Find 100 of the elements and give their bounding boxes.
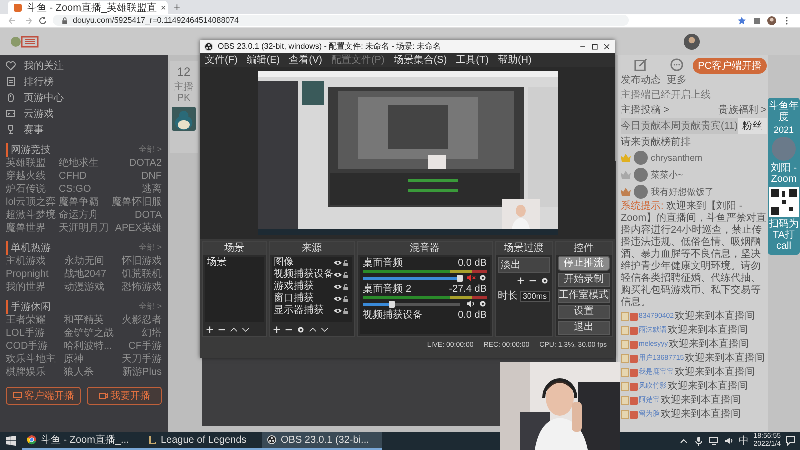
category-link[interactable]: 火影忍者 [122, 315, 162, 327]
category-link[interactable]: 新游Plus [122, 367, 162, 379]
more-link[interactable]: 全部 > [139, 144, 162, 155]
tab[interactable]: 今日贡献 [621, 118, 661, 134]
start-stream-button[interactable]: 客户端开播 [6, 387, 81, 405]
category-link[interactable]: COD手游 [6, 341, 56, 353]
category-link[interactable]: 和平精英 [64, 315, 114, 327]
input-method-label[interactable]: 中 [738, 434, 749, 448]
microphone-icon [694, 436, 704, 446]
category-link[interactable]: 魔兽争霸 [59, 197, 110, 209]
volume-fill[interactable] [363, 276, 460, 280]
category-link[interactable]: lol云顶之弈 [6, 197, 56, 209]
category-link[interactable]: 狼人杀 [64, 367, 114, 379]
tab[interactable]: 粉丝 [738, 118, 767, 134]
category-link[interactable]: 原神 [64, 354, 114, 366]
toolbar-button[interactable]: 更多 [667, 58, 687, 87]
category-link[interactable]: 绝地求生 [59, 158, 110, 170]
source-item[interactable]: 窗口捕获 [274, 293, 334, 305]
category-link[interactable]: 主机游戏 [6, 256, 49, 268]
back-icon [8, 16, 18, 26]
category-link[interactable]: 动漫游戏 [64, 282, 107, 294]
category-link[interactable]: DOTA2 [112, 158, 162, 170]
category-link[interactable]: 命运方舟 [59, 210, 110, 222]
control-button[interactable]: 停止推流 [558, 256, 610, 271]
speaker-icon[interactable] [466, 300, 476, 308]
toolbar-button[interactable]: 发布动态 [621, 58, 661, 87]
slider-thumb[interactable] [389, 300, 396, 308]
start-stream-button[interactable]: 我要开播 [87, 387, 162, 405]
sidebar-item[interactable]: 赛事 [6, 123, 162, 137]
category-link[interactable]: CS:GO [59, 184, 110, 196]
menu-item[interactable]: 编辑(E) [246, 53, 280, 67]
browser-tab[interactable]: 斗鱼 - Zoom直播_英雄联盟直 × [8, 1, 168, 14]
category-link[interactable]: 饥荒联机 [122, 269, 162, 281]
sidebar-item[interactable]: 排行榜 [6, 75, 162, 89]
forward-icon [23, 16, 33, 26]
chat-message: 欢迎来到本直播间 [661, 408, 741, 421]
category-link[interactable]: 魔兽怀旧服 [112, 197, 162, 209]
address-bar[interactable]: douyu.com/5925417_r=0.11492464514088074 [53, 15, 629, 26]
menu-item[interactable]: 查看(V) [289, 53, 322, 67]
more-link[interactable]: 全部 > [139, 242, 162, 253]
promo-card[interactable]: 斗鱼年度 2021 刘阳 - Zoom 扫码为TA打call [768, 98, 800, 255]
category-link[interactable]: 我的世界 [6, 282, 49, 294]
chat-message: 欢迎来到本直播间 [675, 310, 756, 323]
category-link[interactable]: APEX英雄 [112, 223, 162, 235]
category-link[interactable]: 英雄联盟 [6, 158, 56, 170]
category-link[interactable]: 超激斗梦境 [6, 210, 56, 222]
menu-item[interactable]: 帮助(H) [498, 53, 532, 67]
source-item[interactable]: 视频捕获设备 [274, 269, 334, 281]
category-link[interactable]: 金铲铲之战 [64, 328, 114, 340]
source-item[interactable]: 图像 [274, 257, 334, 269]
tab[interactable]: 贵宾(11) [701, 118, 738, 134]
client-button[interactable]: PC客户端开播 [693, 58, 767, 74]
add-icon [206, 326, 214, 334]
category-link[interactable]: 天涯明月刀 [59, 223, 110, 235]
star-icon [737, 16, 747, 26]
source-item[interactable]: 游戏捕获 [274, 281, 334, 293]
mascot-avatar-icon [172, 107, 196, 131]
new-tab-button[interactable]: + [174, 2, 180, 14]
close-tab-button[interactable]: × [161, 2, 166, 12]
control-button[interactable]: 退出 [558, 321, 610, 335]
category-link[interactable]: 恐怖游戏 [122, 282, 162, 294]
menu-item[interactable]: 场景集合(S) [394, 53, 448, 67]
category-link[interactable]: LOL手游 [6, 328, 56, 340]
category-link[interactable]: 永劫无间 [64, 256, 107, 268]
scene-item[interactable]: 场景 [205, 257, 264, 269]
sidebar-item[interactable]: 我的关注 [6, 59, 162, 73]
menu-item[interactable]: 工具(T) [456, 53, 489, 67]
more-link[interactable]: 全部 > [139, 301, 162, 312]
category-link[interactable]: 穿越火线 [6, 171, 56, 183]
category-link[interactable]: 炉石传说 [6, 184, 56, 196]
category-link[interactable]: 怀旧游戏 [122, 256, 162, 268]
category-link[interactable]: 魔兽世界 [6, 223, 56, 235]
sidebar-item[interactable]: 页游中心 [6, 91, 162, 105]
category-link[interactable]: 天刀手游 [122, 354, 162, 366]
duration-field[interactable]: 300ms [520, 290, 550, 302]
tab[interactable]: 本周贡献 [661, 118, 701, 134]
menu-item[interactable]: 文件(F) [205, 53, 238, 67]
taskbar-item[interactable]: 斗鱼 - Zoom直播_... [22, 432, 142, 450]
slider-thumb[interactable] [456, 274, 463, 282]
category-link[interactable]: 欢乐斗地主 [6, 354, 56, 366]
category-link[interactable]: 哈利波特... [64, 341, 114, 353]
taskbar-item[interactable]: OBS 23.0.1 (32-bi... [262, 432, 382, 450]
category-link[interactable]: 棋牌娱乐 [6, 367, 56, 379]
category-link[interactable]: 逃离 [112, 184, 162, 196]
category-link[interactable]: DNF [112, 171, 162, 183]
category-link[interactable]: 王者荣耀 [6, 315, 56, 327]
link[interactable]: 主播投稿 > [621, 103, 670, 117]
category-link[interactable]: 幻塔 [122, 328, 162, 340]
link[interactable]: 贵族福利 > [718, 103, 767, 117]
control-button[interactable]: 设置 [558, 305, 610, 319]
sidebar-item[interactable]: 云游戏 [6, 107, 162, 121]
source-item[interactable]: 显示器捕获 [274, 305, 334, 317]
category-link[interactable]: CFHD [59, 171, 110, 183]
category-link[interactable]: Propnight [6, 269, 49, 281]
transition-dropdown[interactable]: 淡出 [498, 257, 550, 273]
category-link[interactable]: CF手游 [122, 341, 162, 353]
control-button[interactable]: 开始录制 [558, 273, 610, 287]
category-link[interactable]: 战地2047 [64, 269, 107, 281]
control-button[interactable]: 工作室模式 [558, 289, 610, 303]
category-link[interactable]: DOTA [112, 210, 162, 222]
